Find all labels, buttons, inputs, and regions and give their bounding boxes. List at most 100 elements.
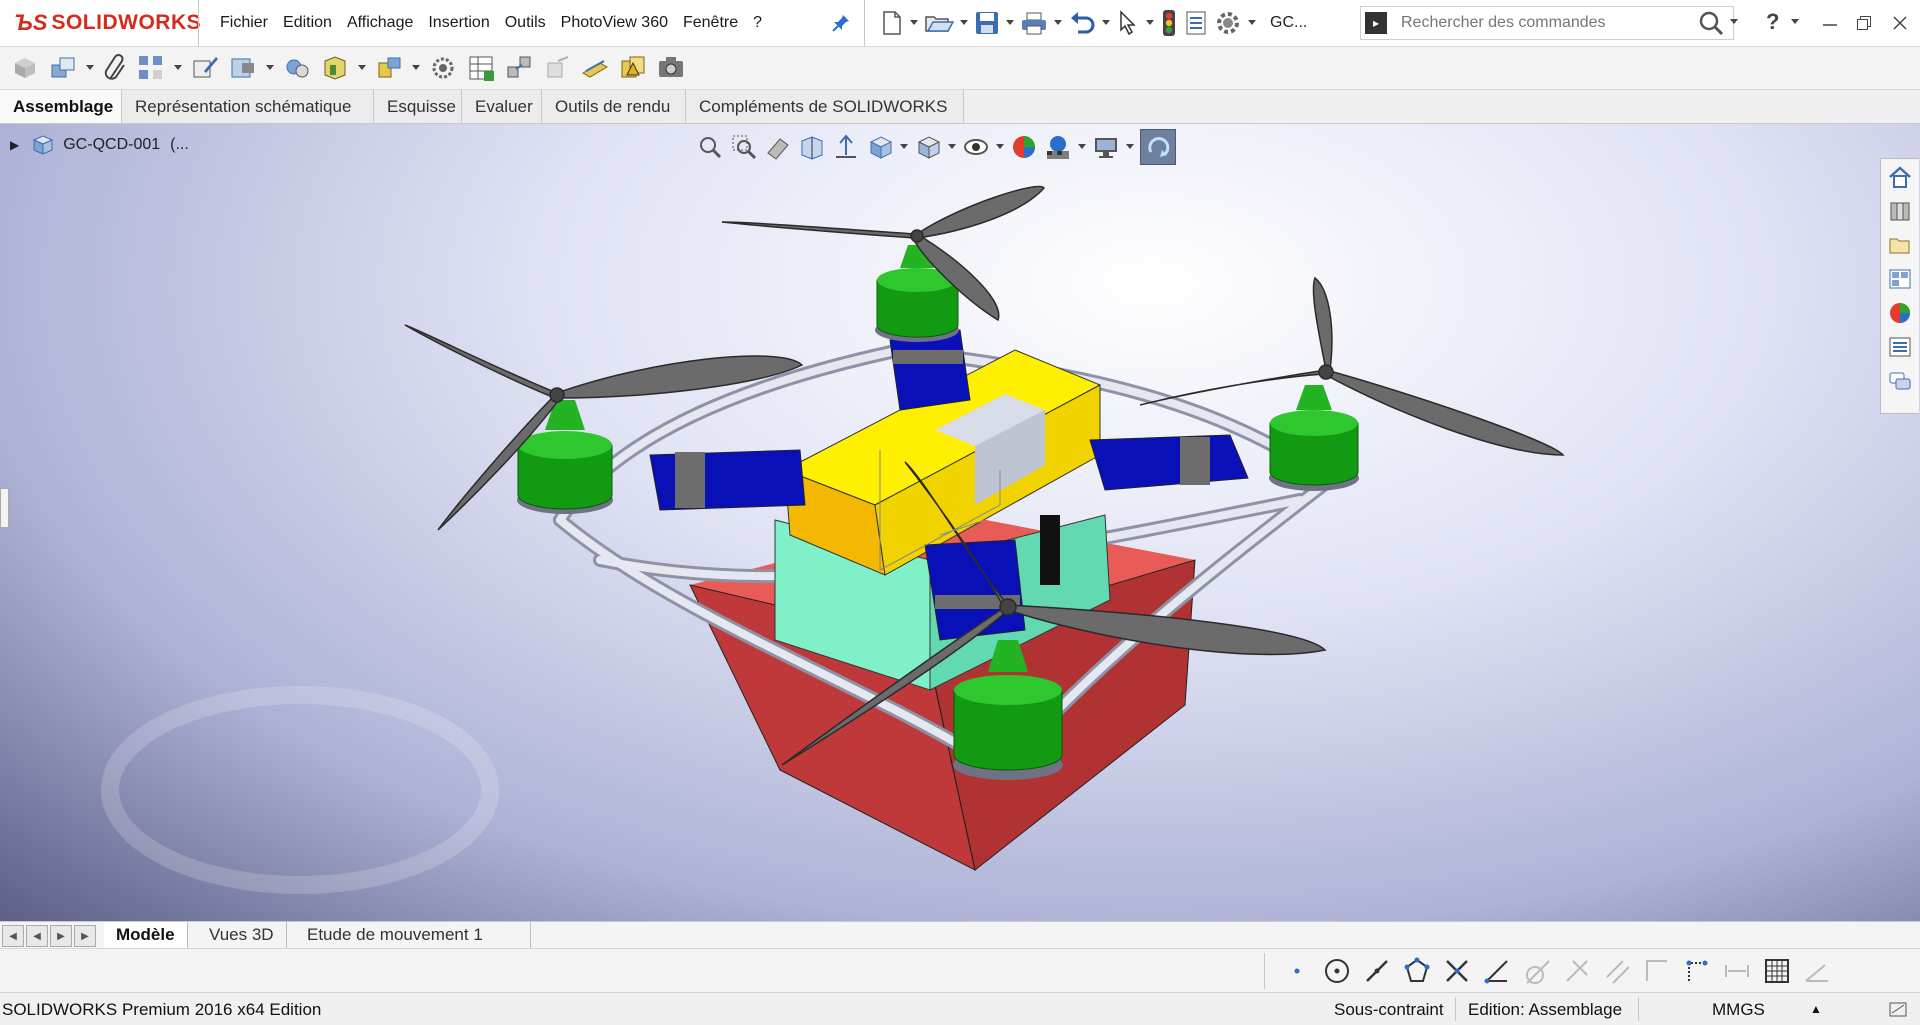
chevron-down-icon[interactable] bbox=[1729, 17, 1739, 27]
tab-modele[interactable]: Modèle bbox=[104, 922, 188, 948]
snapshot-camera-icon[interactable] bbox=[656, 53, 686, 83]
command-search[interactable]: ▸ bbox=[1360, 6, 1734, 40]
zoom-area-icon[interactable] bbox=[730, 133, 758, 161]
chevron-down-icon[interactable] bbox=[1126, 144, 1134, 150]
chevron-down-icon[interactable] bbox=[910, 20, 918, 26]
corner-filter-icon[interactable] bbox=[1642, 957, 1672, 985]
zoom-to-fit-icon[interactable] bbox=[696, 133, 724, 161]
explode-line-sketch-icon[interactable] bbox=[542, 53, 572, 83]
tab-etude-de-mouvement[interactable]: Etude de mouvement 1 bbox=[295, 922, 531, 948]
dimension-snap-icon[interactable] bbox=[1682, 957, 1712, 985]
chevron-down-icon[interactable] bbox=[900, 144, 908, 150]
menu-outils[interactable]: Outils bbox=[505, 14, 546, 32]
menu-fenetre[interactable]: Fenêtre bbox=[683, 14, 738, 32]
display-style-icon[interactable] bbox=[914, 133, 942, 161]
dynamic-annotation-icon[interactable] bbox=[832, 133, 860, 161]
component-pattern-icon[interactable] bbox=[136, 53, 166, 83]
view-settings-icon[interactable] bbox=[1092, 133, 1120, 161]
insert-components-icon[interactable] bbox=[10, 53, 40, 83]
file-explorer-icon[interactable] bbox=[1883, 229, 1917, 261]
forum-icon[interactable] bbox=[1883, 365, 1917, 397]
new-document-icon[interactable] bbox=[880, 10, 904, 36]
chevron-down-icon[interactable] bbox=[1054, 20, 1062, 26]
tab-evaluer[interactable]: Evaluer bbox=[462, 90, 542, 123]
custom-properties-icon[interactable] bbox=[1883, 331, 1917, 363]
chevron-down-icon[interactable] bbox=[412, 65, 420, 71]
chevron-down-icon[interactable] bbox=[996, 144, 1004, 150]
undo-icon[interactable] bbox=[1068, 10, 1096, 36]
chevron-down-icon[interactable] bbox=[358, 65, 366, 71]
polygon-filter-icon[interactable] bbox=[1402, 957, 1432, 985]
rebuild-traffic-light-icon[interactable] bbox=[1160, 9, 1178, 37]
save-icon[interactable] bbox=[974, 10, 1000, 36]
drone-model-render[interactable] bbox=[0, 124, 1920, 921]
menu-photoview[interactable]: PhotoView 360 bbox=[561, 14, 668, 32]
angle-snap-icon[interactable] bbox=[1802, 957, 1832, 985]
chevron-down-icon[interactable] bbox=[1102, 20, 1110, 26]
perpendicular-filter-icon[interactable] bbox=[1562, 957, 1592, 985]
status-info-icon[interactable] bbox=[1885, 997, 1911, 1021]
tab-outils-de-rendu[interactable]: Outils de rendu bbox=[542, 90, 686, 123]
tab-vues-3d[interactable]: Vues 3D bbox=[197, 922, 287, 948]
smart-fasteners-icon[interactable] bbox=[228, 53, 258, 83]
previous-view-icon[interactable] bbox=[764, 133, 792, 161]
menu-insertion[interactable]: Insertion bbox=[428, 14, 489, 32]
reference-geometry-icon[interactable] bbox=[428, 53, 458, 83]
minimize-icon[interactable] bbox=[1818, 12, 1842, 34]
chevron-down-icon[interactable] bbox=[1006, 20, 1014, 26]
home-icon[interactable] bbox=[1883, 161, 1917, 193]
design-library-icon[interactable] bbox=[1883, 195, 1917, 227]
point-filter-icon[interactable] bbox=[1282, 957, 1312, 985]
print-icon[interactable] bbox=[1020, 10, 1048, 36]
chevron-down-icon[interactable] bbox=[948, 144, 956, 150]
horizontal-dimension-icon[interactable] bbox=[1722, 957, 1752, 985]
assembly-features-icon[interactable] bbox=[374, 53, 404, 83]
interference-detection-icon[interactable] bbox=[618, 53, 648, 83]
rotate-view-icon[interactable] bbox=[1140, 129, 1176, 165]
intersection-filter-icon[interactable] bbox=[1442, 957, 1472, 985]
help-button[interactable]: ? bbox=[1766, 9, 1779, 35]
angle-filter-icon[interactable] bbox=[1482, 957, 1512, 985]
grid-snap-icon[interactable] bbox=[1762, 957, 1792, 985]
menu-help[interactable]: ? bbox=[753, 14, 762, 32]
apply-scene-icon[interactable] bbox=[1044, 133, 1072, 161]
circle-center-icon[interactable] bbox=[1322, 957, 1352, 985]
tab-assemblage[interactable]: Assemblage bbox=[0, 90, 122, 123]
feature-tree-root[interactable]: ▶ GC-QCD-001 (... bbox=[10, 130, 189, 160]
pin-menu-icon[interactable] bbox=[828, 10, 854, 36]
scroll-first-icon[interactable]: ◀ bbox=[2, 925, 24, 947]
line-filter-icon[interactable] bbox=[1362, 957, 1392, 985]
hide-show-icon[interactable] bbox=[962, 133, 990, 161]
search-input[interactable] bbox=[1399, 7, 1703, 39]
parallel-filter-icon[interactable] bbox=[1602, 957, 1632, 985]
chevron-down-icon[interactable] bbox=[174, 65, 182, 71]
section-view-icon[interactable] bbox=[798, 133, 826, 161]
panel-collapse-handle[interactable] bbox=[0, 488, 9, 528]
view-palette-icon[interactable] bbox=[1883, 263, 1917, 295]
paperclip-icon[interactable] bbox=[102, 53, 128, 83]
solidworks-logo[interactable]: ЪS SOLIDWORKS bbox=[14, 8, 201, 38]
edit-appearance-icon[interactable] bbox=[1010, 133, 1038, 161]
close-icon[interactable] bbox=[1888, 12, 1912, 34]
restore-icon[interactable] bbox=[1852, 12, 1876, 34]
tangent-filter-icon[interactable] bbox=[1522, 957, 1552, 985]
appearances-icon[interactable] bbox=[1883, 297, 1917, 329]
exploded-view-icon[interactable] bbox=[504, 53, 534, 83]
chevron-down-icon[interactable] bbox=[1078, 144, 1086, 150]
chevron-down-icon[interactable] bbox=[86, 65, 94, 71]
scroll-prev-icon[interactable]: ◀ bbox=[26, 925, 48, 947]
command-prompt-icon[interactable]: ▸ bbox=[1365, 12, 1387, 34]
file-properties-icon[interactable] bbox=[1184, 10, 1208, 36]
menu-affichage[interactable]: Affichage bbox=[347, 14, 413, 32]
menu-edition[interactable]: Edition bbox=[283, 14, 332, 32]
view-orientation-icon[interactable] bbox=[866, 133, 894, 161]
scroll-next-icon[interactable]: ▶ bbox=[50, 925, 72, 947]
tab-representation-schematique[interactable]: Représentation schématique bbox=[122, 90, 374, 123]
graphics-area[interactable]: ▶ GC-QCD-001 (... bbox=[0, 124, 1920, 921]
search-icon[interactable] bbox=[1696, 8, 1726, 38]
expand-arrow-icon[interactable]: ▶ bbox=[10, 138, 19, 152]
unit-menu-arrow-icon[interactable]: ▲ bbox=[1810, 1002, 1822, 1016]
chevron-down-icon[interactable] bbox=[1790, 17, 1800, 27]
select-cursor-icon[interactable] bbox=[1116, 10, 1140, 36]
bill-of-materials-icon[interactable] bbox=[466, 53, 496, 83]
